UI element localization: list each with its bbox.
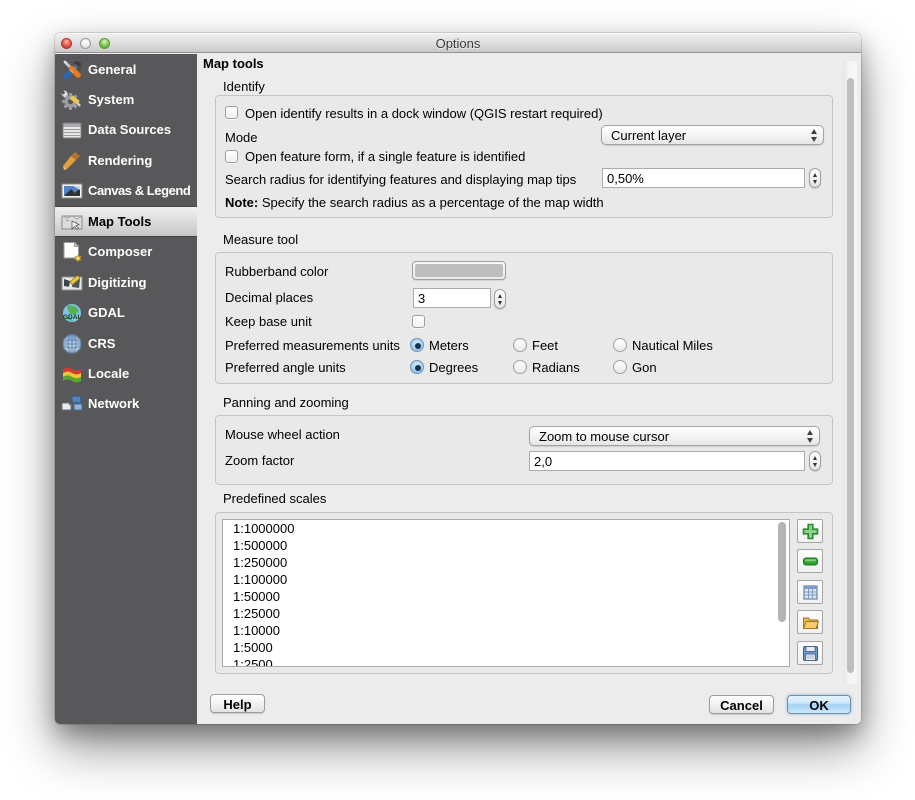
svg-text:GDAL: GDAL (63, 314, 81, 321)
